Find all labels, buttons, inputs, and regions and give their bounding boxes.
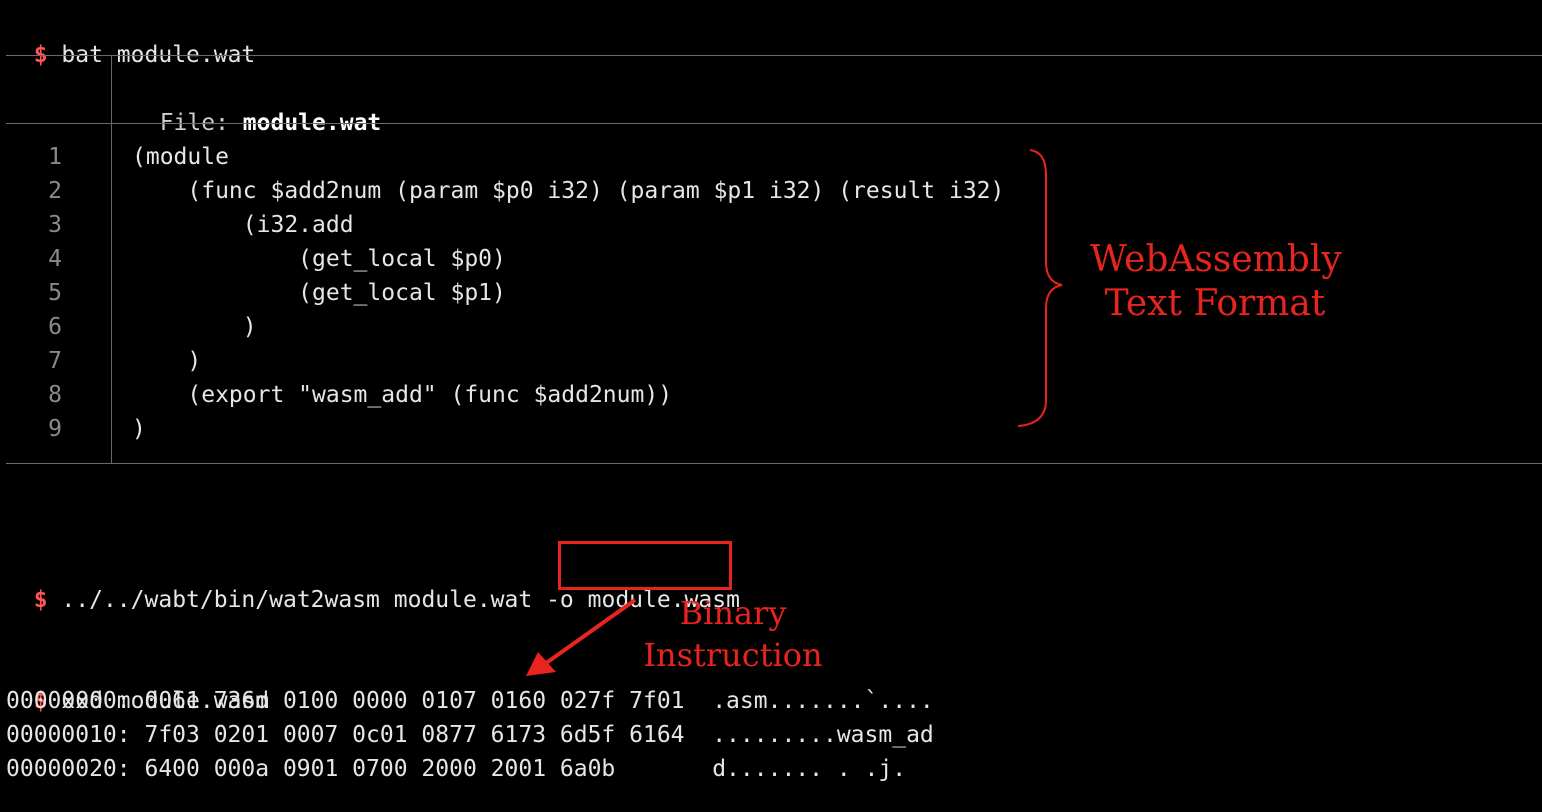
binary-annotation-line1: Binary bbox=[679, 594, 787, 632]
line-number: 4 bbox=[48, 246, 62, 272]
line-number: 1 bbox=[48, 144, 62, 170]
binary-annotation-line2: Instruction bbox=[643, 636, 823, 674]
hexdump-row: 00000000: 0061 736d 0100 0000 0107 0160 … bbox=[6, 688, 934, 714]
code-line: ) bbox=[132, 314, 257, 340]
line-number: 9 bbox=[48, 416, 62, 442]
output-file-highlight-box bbox=[558, 541, 732, 590]
wat-annotation-line1: WebAssembly bbox=[1090, 239, 1342, 280]
command-text: ../../wabt/bin/wat2wasm module.wat -o bbox=[61, 587, 588, 613]
bat-file-header: File: module.wat bbox=[132, 72, 382, 140]
line-number: 6 bbox=[48, 314, 62, 340]
line-number: 2 bbox=[48, 178, 62, 204]
code-line: ) bbox=[132, 416, 146, 442]
line-number: 5 bbox=[48, 280, 62, 306]
curly-brace bbox=[1017, 149, 1063, 427]
code-line: (module bbox=[132, 144, 229, 170]
code-line: (i32.add bbox=[132, 212, 354, 238]
hexdump-row: 00000020: 6400 000a 0901 0700 2000 2001 … bbox=[6, 756, 907, 782]
arrow-head bbox=[526, 652, 556, 676]
line-number: 3 bbox=[48, 212, 62, 238]
binary-annotation-label: Binary Instruction bbox=[640, 592, 826, 676]
prompt-symbol: $ bbox=[33, 587, 48, 613]
bat-bottom-rule bbox=[6, 463, 1542, 464]
line-number: 7 bbox=[48, 348, 62, 374]
wat-annotation-line2: Text Format bbox=[1104, 283, 1326, 324]
bat-gutter-divider bbox=[111, 56, 112, 463]
code-line: (get_local $p1) bbox=[132, 280, 506, 306]
hexdump-row: 00000010: 7f03 0201 0007 0c01 0877 6173 … bbox=[6, 722, 934, 748]
code-line: (export "wasm_add" (func $add2num)) bbox=[132, 382, 673, 408]
line-number: 8 bbox=[48, 382, 62, 408]
bat-header-rule bbox=[6, 123, 1542, 124]
code-line: (func $add2num (param $p0 i32) (param $p… bbox=[132, 178, 1005, 204]
wat-annotation-label: WebAssembly Text Format bbox=[1090, 238, 1342, 326]
command-line-bat: $ bat module.wat bbox=[6, 4, 256, 68]
command-line-xxd: $ xxd module.wasm bbox=[6, 650, 269, 714]
bat-top-rule bbox=[6, 55, 1542, 56]
code-line: ) bbox=[132, 348, 202, 374]
code-line: (get_local $p0) bbox=[132, 246, 506, 272]
